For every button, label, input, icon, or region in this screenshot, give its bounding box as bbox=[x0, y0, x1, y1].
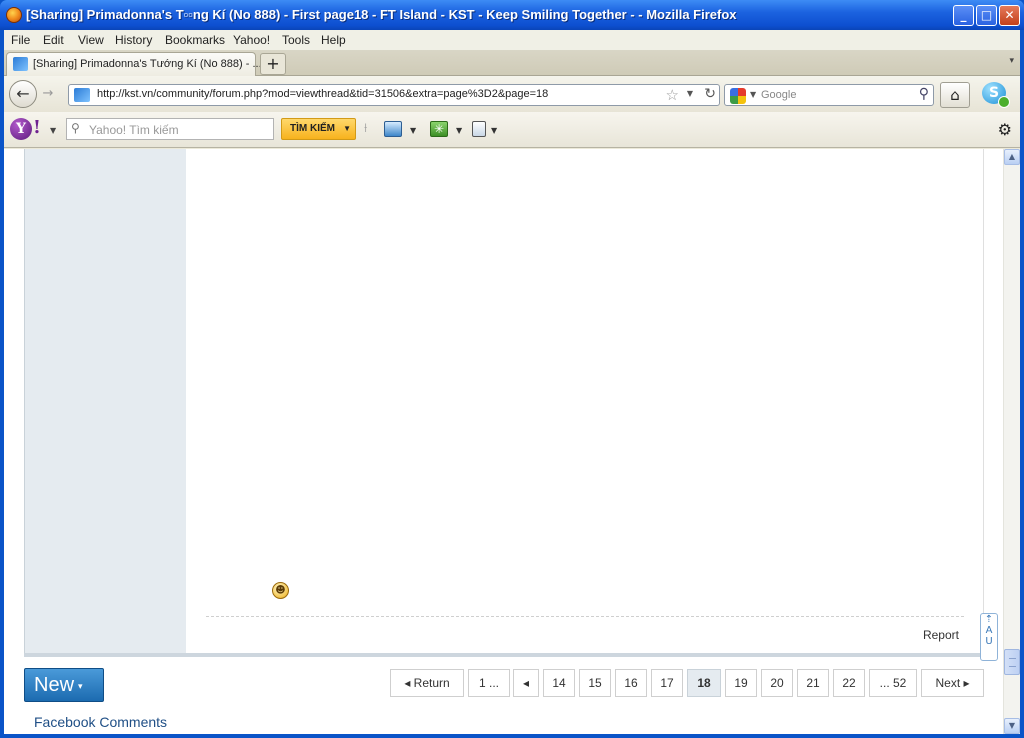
pager-return[interactable]: ◂ Return bbox=[390, 669, 464, 697]
yahoo-search-placeholder: Yahoo! Tìm kiếm bbox=[89, 123, 179, 137]
magnifier-icon: ⚲ bbox=[71, 121, 80, 135]
facebook-comments-heading: Facebook Comments bbox=[34, 714, 168, 730]
scroll-top-widget[interactable]: ⇡ A U bbox=[980, 613, 998, 661]
smiley-icon: ☻ bbox=[272, 582, 289, 599]
url-history-dropdown-icon[interactable]: ▼ bbox=[687, 89, 693, 98]
search-input[interactable]: Google bbox=[761, 89, 796, 101]
yahoo-menu-dropdown-icon[interactable]: ▼ bbox=[50, 126, 56, 135]
menu-bookmarks[interactable]: Bookmarks bbox=[165, 33, 225, 47]
post-bottom-divider bbox=[24, 653, 984, 657]
new-thread-button[interactable]: New ▾ bbox=[24, 668, 104, 702]
maximize-button[interactable]: □ bbox=[976, 5, 997, 26]
close-button[interactable]: ✕ bbox=[999, 5, 1020, 26]
notepad-dropdown-icon[interactable]: ▼ bbox=[491, 126, 497, 135]
browser-window: File Edit View History Bookmarks Yahoo! … bbox=[4, 30, 1020, 734]
menu-history[interactable]: History bbox=[115, 33, 152, 47]
yahoo-search-input[interactable]: ⚲ Yahoo! Tìm kiếm bbox=[66, 118, 274, 140]
menu-file[interactable]: File bbox=[11, 33, 30, 47]
search-icon[interactable]: ⚲ bbox=[919, 86, 929, 102]
notepad-icon[interactable] bbox=[472, 121, 486, 137]
menu-edit[interactable]: Edit bbox=[43, 33, 64, 47]
tab-list-icon[interactable]: ▾ bbox=[1009, 56, 1014, 66]
back-button[interactable]: ← bbox=[9, 80, 37, 108]
navigation-bar: ← → http://kst.vn/community/forum.php?mo… bbox=[4, 76, 1020, 112]
chevron-down-icon: ▾ bbox=[78, 680, 83, 691]
reload-icon[interactable]: ↻ bbox=[704, 86, 716, 102]
post-divider bbox=[206, 616, 964, 617]
vertical-scrollbar[interactable]: ▲ ▼ bbox=[1003, 149, 1020, 734]
menu-tools[interactable]: Tools bbox=[282, 33, 310, 47]
window-title: [Sharing] Primadonna's T▫▫ng Kí (No 888)… bbox=[26, 7, 737, 22]
new-button-label: New bbox=[34, 674, 75, 696]
pager-page-current: 18 bbox=[687, 669, 721, 697]
post-author-sidebar bbox=[24, 149, 186, 657]
skype-status-icon bbox=[998, 96, 1010, 108]
tab-label: [Sharing] Primadonna's Tướng Kí (No 888)… bbox=[33, 58, 262, 70]
menu-help[interactable]: Help bbox=[321, 33, 346, 47]
site-favicon bbox=[13, 57, 28, 71]
pager-last[interactable]: ... 52 bbox=[869, 669, 917, 697]
gear-icon[interactable]: ⚙ bbox=[998, 120, 1012, 139]
asterisk-dropdown-icon[interactable]: ▼ bbox=[456, 126, 462, 135]
report-link[interactable]: Report bbox=[923, 628, 959, 642]
pager-prev[interactable]: ◂ bbox=[513, 669, 539, 697]
google-icon[interactable] bbox=[730, 88, 746, 104]
pager-page-14[interactable]: 14 bbox=[543, 669, 575, 697]
menu-yahoo[interactable]: Yahoo! bbox=[233, 33, 270, 47]
pager-page-22[interactable]: 22 bbox=[833, 669, 865, 697]
pager-next[interactable]: Next ▸ bbox=[921, 669, 984, 697]
yahoo-logo-icon: Y bbox=[10, 118, 32, 140]
site-identity-icon[interactable] bbox=[74, 88, 90, 102]
mail-dropdown-icon[interactable]: ▼ bbox=[410, 126, 416, 135]
url-text[interactable]: http://kst.vn/community/forum.php?mod=vi… bbox=[97, 88, 548, 100]
mail-icon[interactable] bbox=[384, 121, 402, 137]
tab-active[interactable]: [Sharing] Primadonna's Tướng Kí (No 888)… bbox=[6, 52, 262, 76]
title-bar: [Sharing] Primadonna's T▫▫ng Kí (No 888)… bbox=[0, 0, 1024, 30]
post-content: ☻ Report bbox=[186, 149, 984, 657]
search-bar[interactable]: ▼ Google ⚲ bbox=[724, 84, 934, 106]
pager-first[interactable]: 1 ... bbox=[468, 669, 510, 697]
minimize-button[interactable]: _ bbox=[953, 5, 974, 26]
scrollbar-thumb[interactable] bbox=[1004, 649, 1020, 675]
toolbar-separator: ⟊ bbox=[364, 121, 368, 136]
yahoo-toolbar: Y ! ▼ ⚲ Yahoo! Tìm kiếm TÌM KIẾM ▼ ⟊ ▼ ✳… bbox=[4, 112, 1020, 148]
yahoo-logo-bang: ! bbox=[33, 117, 41, 138]
skype-button[interactable]: S bbox=[978, 80, 1012, 110]
home-button[interactable]: ⌂ bbox=[940, 82, 970, 108]
menu-view[interactable]: View bbox=[78, 33, 104, 47]
menu-bar: File Edit View History Bookmarks Yahoo! … bbox=[4, 30, 1020, 50]
yahoo-search-button-label: TÌM KIẾM bbox=[290, 123, 335, 134]
pager-page-17[interactable]: 17 bbox=[651, 669, 683, 697]
asterisk-icon[interactable]: ✳ bbox=[430, 121, 448, 137]
page-viewport: ☻ Report New ▾ ◂ Return 1 ... ◂ 14 15 16 … bbox=[4, 149, 1020, 734]
pager-page-19[interactable]: 19 bbox=[725, 669, 757, 697]
pager-page-20[interactable]: 20 bbox=[761, 669, 793, 697]
tab-strip: [Sharing] Primadonna's Tướng Kí (No 888)… bbox=[4, 50, 1020, 76]
url-bar[interactable]: http://kst.vn/community/forum.php?mod=vi… bbox=[68, 84, 720, 106]
yahoo-search-button[interactable]: TÌM KIẾM ▼ bbox=[281, 118, 356, 140]
chevron-down-icon: ▼ bbox=[343, 124, 351, 133]
pager-page-21[interactable]: 21 bbox=[797, 669, 829, 697]
scroll-down-icon[interactable]: ▼ bbox=[1004, 718, 1020, 734]
forward-button[interactable]: → bbox=[38, 85, 58, 103]
pager-page-16[interactable]: 16 bbox=[615, 669, 647, 697]
scroll-up-icon[interactable]: ▲ bbox=[1004, 149, 1020, 165]
firefox-icon bbox=[6, 7, 22, 23]
new-tab-button[interactable]: + bbox=[260, 53, 286, 75]
search-engine-dropdown-icon[interactable]: ▼ bbox=[750, 90, 756, 99]
yahoo-logo-button[interactable]: Y ! bbox=[10, 117, 44, 140]
pager-page-15[interactable]: 15 bbox=[579, 669, 611, 697]
bookmark-star-icon[interactable]: ☆ bbox=[666, 86, 679, 104]
